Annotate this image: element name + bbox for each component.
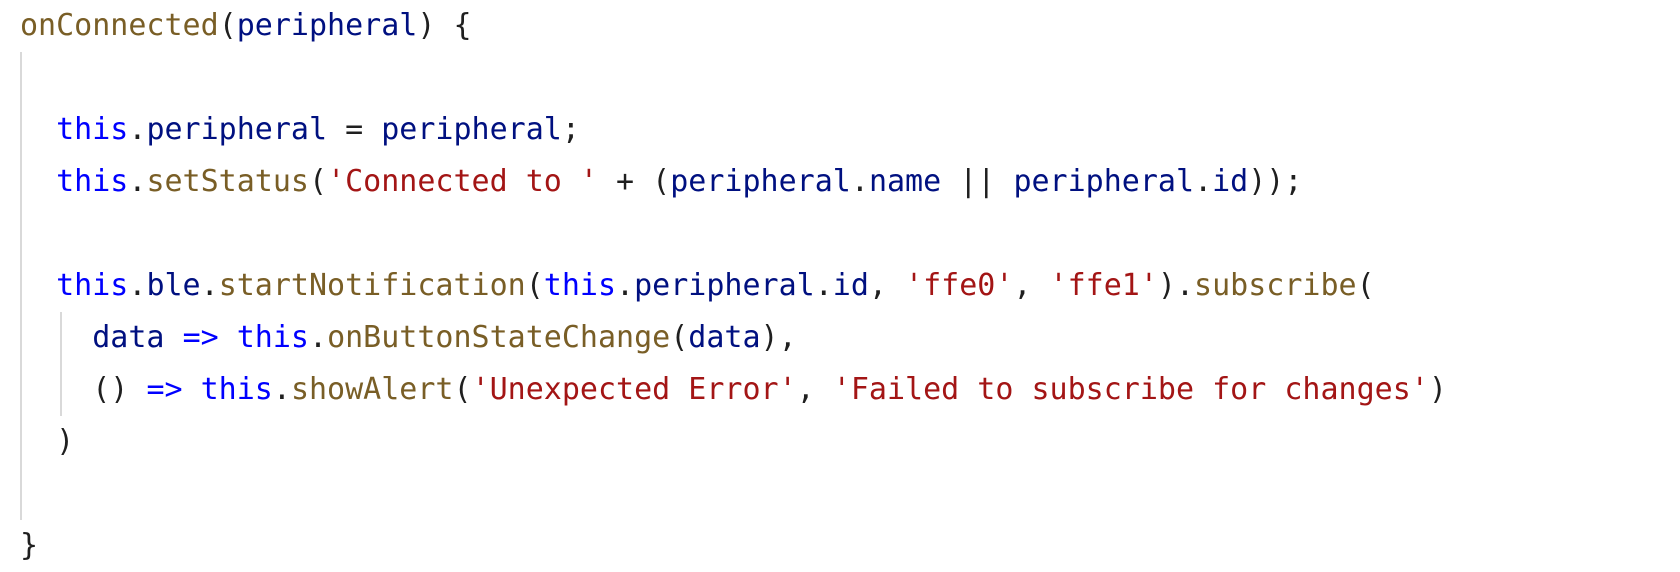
code-line-11[interactable]: } xyxy=(20,520,1670,572)
code-token: . xyxy=(814,268,833,303)
code-line-4[interactable]: this.setStatus('Connected to ' + (periph… xyxy=(20,156,1670,208)
code-token: + ( xyxy=(598,164,671,199)
code-token: . xyxy=(128,164,147,199)
code-token: . xyxy=(128,112,147,147)
code-token: 'Unexpected Error' xyxy=(471,372,797,407)
code-token: data xyxy=(688,320,761,355)
code-token: 'ffe1' xyxy=(1049,268,1158,303)
code-token: peripheral xyxy=(634,268,815,303)
code-token: 'Connected to ' xyxy=(327,164,598,199)
code-token: ) xyxy=(20,424,75,459)
code-token: setStatus xyxy=(146,164,309,199)
code-line-9[interactable]: ) xyxy=(20,416,1670,468)
code-line-2[interactable] xyxy=(20,52,1670,104)
code-token: onConnected xyxy=(20,8,219,43)
code-token: || xyxy=(941,164,1014,199)
code-token: ) { xyxy=(417,8,472,43)
code-token: 'ffe0' xyxy=(905,268,1014,303)
code-token: ; xyxy=(561,112,580,147)
code-token: peripheral xyxy=(1013,164,1195,199)
code-token: id xyxy=(1212,164,1249,199)
code-token: , xyxy=(796,372,833,407)
code-token: peripheral xyxy=(146,112,328,147)
code-token: peripheral xyxy=(381,112,562,147)
code-token: peripheral xyxy=(236,8,418,43)
code-token: () xyxy=(20,372,147,407)
code-token: this xyxy=(200,372,273,407)
code-token: )); xyxy=(1248,164,1303,199)
code-token: ( xyxy=(1356,268,1375,303)
code-token: startNotification xyxy=(218,268,526,303)
code-line-3[interactable]: this.peripheral = peripheral; xyxy=(20,104,1670,156)
code-token: this xyxy=(56,164,129,199)
code-token: ble xyxy=(146,268,201,303)
code-token: this xyxy=(56,112,129,147)
code-token: subscribe xyxy=(1194,268,1357,303)
code-token: ), xyxy=(760,320,797,355)
code-token: onButtonStateChange xyxy=(327,320,671,355)
code-token: ( xyxy=(218,8,237,43)
code-token: => xyxy=(146,372,183,407)
code-token: ) xyxy=(1428,372,1447,407)
code-token: ( xyxy=(453,372,472,407)
code-token: . xyxy=(850,164,869,199)
code-token: data xyxy=(92,320,165,355)
code-token: this xyxy=(56,268,129,303)
code-token: 'Failed to subscribe for changes' xyxy=(832,372,1429,407)
code-token: ( xyxy=(670,320,689,355)
code-token: . xyxy=(309,320,328,355)
code-token: ( xyxy=(309,164,328,199)
code-token: name xyxy=(868,164,942,199)
code-token: peripheral xyxy=(670,164,851,199)
code-token: this xyxy=(236,320,309,355)
code-token: this xyxy=(543,268,617,303)
code-token: } xyxy=(20,528,39,563)
code-token: showAlert xyxy=(290,372,454,407)
code-token: , xyxy=(868,268,906,303)
code-editor[interactable]: onConnected(peripheral) { this.periphera… xyxy=(20,0,1670,572)
code-token: ). xyxy=(1157,268,1195,303)
code-line-6[interactable]: this.ble.startNotification(this.peripher… xyxy=(20,260,1670,312)
code-token: => xyxy=(182,320,219,355)
code-line-5[interactable] xyxy=(20,208,1670,260)
code-token: id xyxy=(832,268,869,303)
code-token: , xyxy=(1013,268,1050,303)
code-token: . xyxy=(1194,164,1213,199)
code-line-1[interactable]: onConnected(peripheral) { xyxy=(20,0,1670,52)
code-token: = xyxy=(327,112,382,147)
code-token: . xyxy=(272,372,291,407)
code-line-10[interactable] xyxy=(20,468,1670,520)
code-token: ( xyxy=(525,268,544,303)
code-line-8[interactable]: () => this.showAlert('Unexpected Error',… xyxy=(20,364,1670,416)
code-token: . xyxy=(128,268,147,303)
code-token: . xyxy=(616,268,635,303)
code-line-7[interactable]: data => this.onButtonStateChange(data), xyxy=(20,312,1670,364)
code-token: . xyxy=(200,268,219,303)
